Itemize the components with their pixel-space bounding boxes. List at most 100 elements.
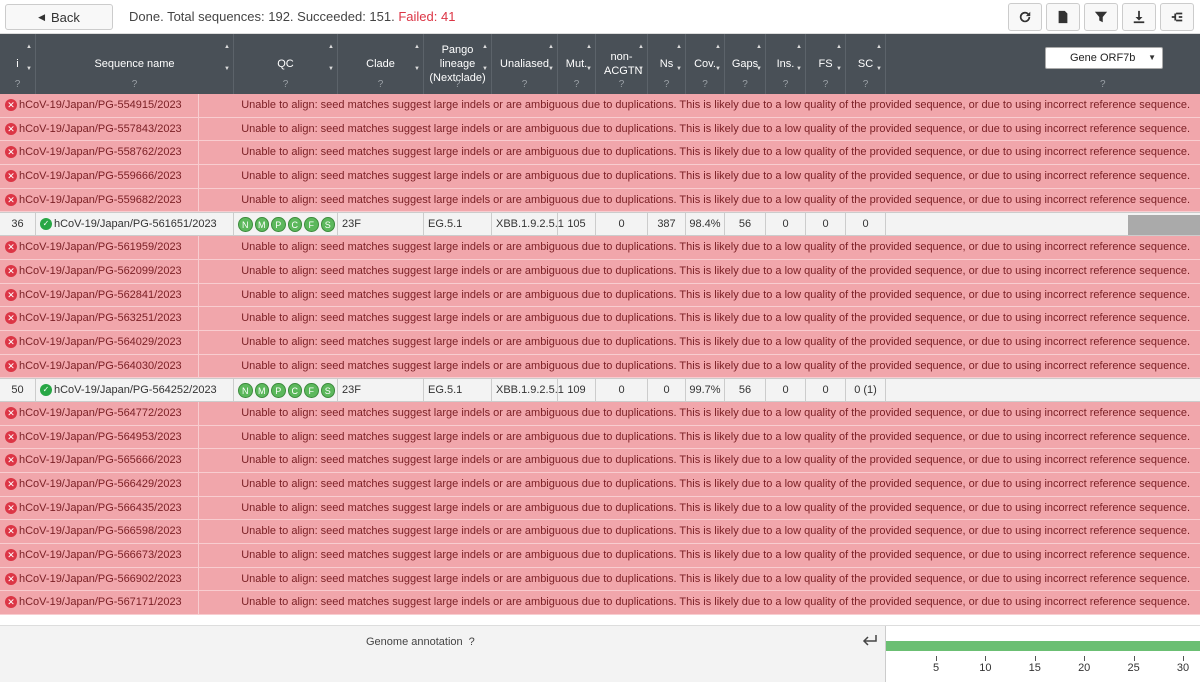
- back-button[interactable]: ◀ Back: [5, 4, 113, 30]
- column-unaliased[interactable]: Unaliased ▲ ▼?: [492, 34, 558, 94]
- tree-button[interactable]: [1160, 3, 1194, 31]
- column-clade[interactable]: Clade ▲ ▼?: [338, 34, 424, 94]
- gene-help[interactable]: ?: [1100, 79, 1106, 90]
- genome-annotation-help[interactable]: ?: [469, 636, 475, 648]
- sort-desc-icon[interactable]: ▼: [548, 66, 554, 72]
- column-help[interactable]: ?: [424, 79, 491, 90]
- sort-desc-icon[interactable]: ▼: [26, 66, 32, 72]
- qc-badge[interactable]: C: [287, 216, 302, 232]
- qc-badge[interactable]: M: [254, 382, 269, 398]
- sort-desc-icon[interactable]: ▼: [414, 66, 420, 72]
- column-cov[interactable]: Cov. ▲ ▼?: [686, 34, 725, 94]
- sort-asc-icon[interactable]: ▲: [638, 44, 644, 50]
- sort-desc-icon[interactable]: ▼: [756, 66, 762, 72]
- sort-asc-icon[interactable]: ▲: [836, 44, 842, 50]
- column-sc[interactable]: SC ▲ ▼?: [846, 34, 886, 94]
- gene-select[interactable]: Gene ORF7b ▼: [1045, 47, 1163, 69]
- column-help[interactable]: ?: [846, 79, 885, 90]
- column-gaps[interactable]: Gaps ▲ ▼?: [725, 34, 766, 94]
- qc-badge[interactable]: F: [304, 382, 319, 398]
- column-help[interactable]: ?: [648, 79, 685, 90]
- sort-asc-icon[interactable]: ▲: [548, 44, 554, 50]
- column-help[interactable]: ?: [0, 79, 35, 90]
- column-help[interactable]: ?: [492, 79, 557, 90]
- column-help[interactable]: ?: [234, 79, 337, 90]
- column-ins[interactable]: Ins. ▲ ▼?: [766, 34, 806, 94]
- failed-sequence-row[interactable]: ✕ hCoV-19/Japan/PG-567171/2023 Unable to a…: [0, 591, 1200, 616]
- sort-asc-icon[interactable]: ▲: [482, 44, 488, 50]
- qc-badge[interactable]: N: [238, 216, 253, 232]
- qc-badge[interactable]: P: [271, 216, 286, 232]
- qc-badge[interactable]: P: [271, 382, 286, 398]
- column-qc[interactable]: QC ▲ ▼?: [234, 34, 338, 94]
- sort-asc-icon[interactable]: ▲: [586, 44, 592, 50]
- sort-desc-icon[interactable]: ▼: [796, 66, 802, 72]
- failed-sequence-row[interactable]: ✕ hCoV-19/Japan/PG-564953/2023 Unable to a…: [0, 425, 1200, 450]
- qc-badge[interactable]: S: [320, 216, 335, 232]
- failed-sequence-row[interactable]: ✕ hCoV-19/Japan/PG-561959/2023 Unable to a…: [0, 236, 1200, 260]
- column-help[interactable]: ?: [725, 79, 765, 90]
- failed-sequence-row[interactable]: ✕ hCoV-19/Japan/PG-564030/2023 Unable to a…: [0, 354, 1200, 379]
- refresh-button[interactable]: [1008, 3, 1042, 31]
- sort-asc-icon[interactable]: ▲: [26, 44, 32, 50]
- failed-sequence-row[interactable]: ✕ hCoV-19/Japan/PG-566429/2023 Unable to a…: [0, 473, 1200, 497]
- failed-sequence-row[interactable]: ✕ hCoV-19/Japan/PG-563251/2023 Unable to a…: [0, 307, 1200, 331]
- failed-sequence-row[interactable]: ✕ hCoV-19/Japan/PG-554915/2023 Unable to a…: [0, 94, 1200, 118]
- failed-sequence-row[interactable]: ✕ hCoV-19/Japan/PG-559666/2023 Unable to a…: [0, 165, 1200, 189]
- sort-desc-icon[interactable]: ▼: [224, 66, 230, 72]
- column-help[interactable]: ?: [806, 79, 845, 90]
- sort-asc-icon[interactable]: ▲: [876, 44, 882, 50]
- column-fs[interactable]: FS ▲ ▼?: [806, 34, 846, 94]
- column-nonacgtn[interactable]: non-ACGTN ▲ ▼?: [596, 34, 648, 94]
- failed-sequence-row[interactable]: ✕ hCoV-19/Japan/PG-566435/2023 Unable to a…: [0, 496, 1200, 521]
- sort-desc-icon[interactable]: ▼: [586, 66, 592, 72]
- sort-asc-icon[interactable]: ▲: [328, 44, 334, 50]
- sequence-row[interactable]: 36 ✓ hCoV-19/Japan/PG-561651/2023 N M P C F S 23F…: [0, 212, 1200, 237]
- failed-sequence-row[interactable]: ✕ hCoV-19/Japan/PG-564029/2023 Unable to a…: [0, 330, 1200, 355]
- failed-sequence-row[interactable]: ✕ hCoV-19/Japan/PG-566673/2023 Unable to a…: [0, 544, 1200, 568]
- qc-badge[interactable]: M: [254, 216, 269, 232]
- qc-badge[interactable]: F: [304, 216, 319, 232]
- column-mut[interactable]: Mut. ▲ ▼?: [558, 34, 596, 94]
- failed-sequence-row[interactable]: ✕ hCoV-19/Japan/PG-562099/2023 Unable to a…: [0, 259, 1200, 284]
- sort-desc-icon[interactable]: ▼: [328, 66, 334, 72]
- failed-sequence-row[interactable]: ✕ hCoV-19/Japan/PG-557843/2023 Unable to a…: [0, 117, 1200, 142]
- sequence-row[interactable]: 50 ✓ hCoV-19/Japan/PG-564252/2023 N M P C F S 23F…: [0, 378, 1200, 402]
- sort-desc-icon[interactable]: ▼: [836, 66, 842, 72]
- column-pango[interactable]: Pango lineage (Nextclade) ▲ ▼?: [424, 34, 492, 94]
- column-help[interactable]: ?: [596, 79, 647, 90]
- sort-asc-icon[interactable]: ▲: [414, 44, 420, 50]
- column-help[interactable]: ?: [338, 79, 423, 90]
- sort-desc-icon[interactable]: ▼: [876, 66, 882, 72]
- failed-sequence-row[interactable]: ✕ hCoV-19/Japan/PG-564772/2023 Unable to a…: [0, 401, 1200, 426]
- sort-desc-icon[interactable]: ▼: [715, 66, 721, 72]
- failed-sequence-row[interactable]: ✕ hCoV-19/Japan/PG-566902/2023 Unable to a…: [0, 567, 1200, 592]
- export-file-button[interactable]: [1046, 3, 1080, 31]
- filter-button[interactable]: [1084, 3, 1118, 31]
- sort-desc-icon[interactable]: ▼: [638, 66, 644, 72]
- sort-asc-icon[interactable]: ▲: [756, 44, 762, 50]
- sort-desc-icon[interactable]: ▼: [676, 66, 682, 72]
- failed-sequence-row[interactable]: ✕ hCoV-19/Japan/PG-566598/2023 Unable to a…: [0, 520, 1200, 545]
- column-index[interactable]: i ▲ ▼?: [0, 34, 36, 94]
- column-ns[interactable]: Ns ▲ ▼?: [648, 34, 686, 94]
- column-help[interactable]: ?: [36, 79, 233, 90]
- sort-asc-icon[interactable]: ▲: [715, 44, 721, 50]
- failed-sequence-row[interactable]: ✕ hCoV-19/Japan/PG-562841/2023 Unable to a…: [0, 283, 1200, 308]
- download-button[interactable]: [1122, 3, 1156, 31]
- qc-badge[interactable]: N: [238, 382, 253, 398]
- sort-asc-icon[interactable]: ▲: [676, 44, 682, 50]
- gene-bar[interactable]: [886, 641, 1200, 651]
- failed-sequence-row[interactable]: ✕ hCoV-19/Japan/PG-559682/2023 Unable to a…: [0, 188, 1200, 213]
- return-icon[interactable]: [862, 634, 878, 648]
- sort-desc-icon[interactable]: ▼: [482, 66, 488, 72]
- column-help[interactable]: ?: [686, 79, 724, 90]
- failed-sequence-row[interactable]: ✕ hCoV-19/Japan/PG-558762/2023 Unable to a…: [0, 141, 1200, 166]
- column-help[interactable]: ?: [766, 79, 805, 90]
- sort-asc-icon[interactable]: ▲: [796, 44, 802, 50]
- sort-asc-icon[interactable]: ▲: [224, 44, 230, 50]
- qc-badge[interactable]: S: [320, 382, 335, 398]
- column-help[interactable]: ?: [558, 79, 595, 90]
- qc-badge[interactable]: C: [287, 382, 302, 398]
- column-sequence-name[interactable]: Sequence name ▲ ▼?: [36, 34, 234, 94]
